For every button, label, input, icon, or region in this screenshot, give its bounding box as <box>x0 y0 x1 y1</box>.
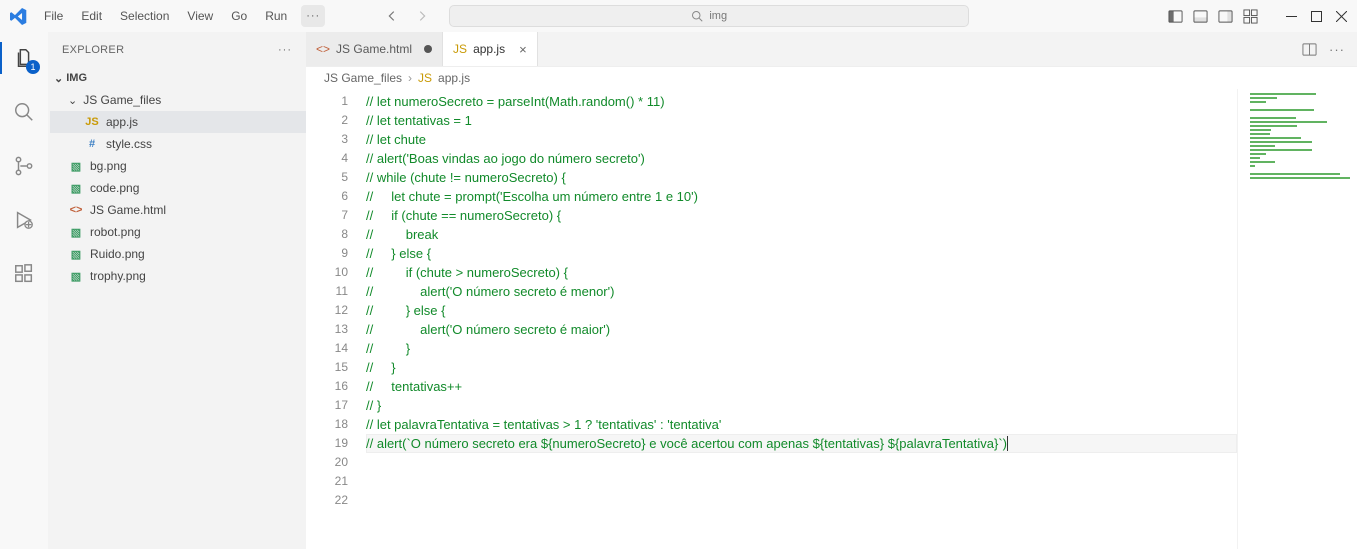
menu-edit[interactable]: Edit <box>73 5 110 27</box>
editor-group: <> JS Game.html JS app.js × ··· JS Game_… <box>306 32 1357 549</box>
tab-label: JS Game.html <box>336 42 412 56</box>
tab-js-game-html[interactable]: <> JS Game.html <box>306 32 443 66</box>
file-label: style.css <box>106 137 152 151</box>
html-file-icon: <> <box>316 42 330 56</box>
line-number-gutter: 12345678910111213141516171819202122 <box>306 89 366 549</box>
tab-label: app.js <box>473 42 505 56</box>
explorer-sidebar: EXPLORER ··· ⌄ IMG ⌄ JS Game_files JS app… <box>48 32 306 549</box>
explorer-root-folder[interactable]: ⌄ IMG <box>48 67 306 89</box>
tab-more-icon[interactable]: ··· <box>1329 42 1345 57</box>
file-row[interactable]: ▧ code.png <box>50 177 306 199</box>
crumb-folder[interactable]: JS Game_files <box>324 71 402 85</box>
menu-selection[interactable]: Selection <box>112 5 177 27</box>
search-text: img <box>709 10 727 22</box>
img-file-icon: ▧ <box>68 182 84 195</box>
activity-search-icon[interactable] <box>0 92 48 132</box>
chevron-down-icon: ⌄ <box>54 72 63 85</box>
folder-label: JS Game_files <box>83 93 161 107</box>
menu-go[interactable]: Go <box>223 5 255 27</box>
code-editor[interactable]: 12345678910111213141516171819202122 // l… <box>306 89 1357 549</box>
root-label: IMG <box>66 72 87 84</box>
file-label: bg.png <box>90 159 127 173</box>
window-maximize-icon[interactable] <box>1311 11 1322 22</box>
tab-app-js[interactable]: JS app.js × <box>443 32 538 66</box>
file-row[interactable]: ▧ Ruido.png <box>50 243 306 265</box>
layout-controls <box>1168 9 1258 24</box>
menu-file[interactable]: File <box>36 5 71 27</box>
chevron-right-icon: › <box>408 71 412 85</box>
file-tree: ⌄ JS Game_files JS app.js # style.css ▧ bg.pn… <box>48 89 306 287</box>
css-file-icon: # <box>84 138 100 150</box>
file-label: Ruido.png <box>90 247 145 261</box>
customize-layout-icon[interactable] <box>1243 9 1258 24</box>
activity-source-control-icon[interactable] <box>0 146 48 186</box>
window-minimize-icon[interactable] <box>1286 11 1297 22</box>
js-file-icon: JS <box>453 42 467 56</box>
title-bar: File Edit Selection View Go Run ··· img <box>0 0 1357 32</box>
window-close-icon[interactable] <box>1336 11 1347 22</box>
minimap[interactable] <box>1237 89 1357 549</box>
img-file-icon: ▧ <box>68 248 84 261</box>
file-row[interactable]: ▧ trophy.png <box>50 265 306 287</box>
file-row[interactable]: ▧ robot.png <box>50 221 306 243</box>
activity-explorer-icon[interactable]: 1 <box>0 38 48 78</box>
activity-extensions-icon[interactable] <box>0 254 48 294</box>
file-label: app.js <box>106 115 138 129</box>
dirty-indicator-icon <box>424 45 432 53</box>
file-label: robot.png <box>90 225 141 239</box>
file-row[interactable]: ▧ bg.png <box>50 155 306 177</box>
file-row[interactable]: # style.css <box>50 133 306 155</box>
split-editor-icon[interactable] <box>1302 42 1317 57</box>
editor-tabs: <> JS Game.html JS app.js × ··· <box>306 32 1357 67</box>
activity-run-debug-icon[interactable] <box>0 200 48 240</box>
js-file-icon: JS <box>84 116 100 128</box>
file-label: trophy.png <box>90 269 146 283</box>
close-icon[interactable]: × <box>519 42 527 57</box>
menu-bar: File Edit Selection View Go Run <box>36 5 295 27</box>
js-file-icon: JS <box>418 71 432 85</box>
explorer-title: EXPLORER <box>62 44 124 56</box>
img-file-icon: ▧ <box>68 160 84 173</box>
img-file-icon: ▧ <box>68 270 84 283</box>
toggle-panel-icon[interactable] <box>1193 9 1208 24</box>
code-content[interactable]: // let numeroSecreto = parseInt(Math.ran… <box>366 89 1237 549</box>
crumb-file[interactable]: app.js <box>438 71 470 85</box>
img-file-icon: ▧ <box>68 226 84 239</box>
menu-overflow-button[interactable]: ··· <box>301 5 325 27</box>
tree-folder[interactable]: ⌄ JS Game_files <box>50 89 306 111</box>
activity-bar: 1 <box>0 32 48 549</box>
search-icon <box>691 10 703 22</box>
nav-forward-icon[interactable] <box>415 9 429 23</box>
vscode-logo-icon <box>0 8 36 25</box>
toggle-secondary-sidebar-icon[interactable] <box>1218 9 1233 24</box>
nav-back-icon[interactable] <box>385 9 399 23</box>
breadcrumb[interactable]: JS Game_files › JS app.js <box>306 67 1357 89</box>
file-row[interactable]: <> JS Game.html <box>50 199 306 221</box>
menu-view[interactable]: View <box>179 5 221 27</box>
chevron-down-icon: ⌄ <box>68 94 77 107</box>
toggle-primary-sidebar-icon[interactable] <box>1168 9 1183 24</box>
explorer-more-icon[interactable]: ··· <box>278 44 292 56</box>
file-row[interactable]: JS app.js <box>50 111 306 133</box>
html-file-icon: <> <box>68 204 84 216</box>
explorer-badge: 1 <box>26 60 40 74</box>
file-label: code.png <box>90 181 139 195</box>
menu-run[interactable]: Run <box>257 5 295 27</box>
command-center-search[interactable]: img <box>449 5 969 27</box>
file-label: JS Game.html <box>90 203 166 217</box>
